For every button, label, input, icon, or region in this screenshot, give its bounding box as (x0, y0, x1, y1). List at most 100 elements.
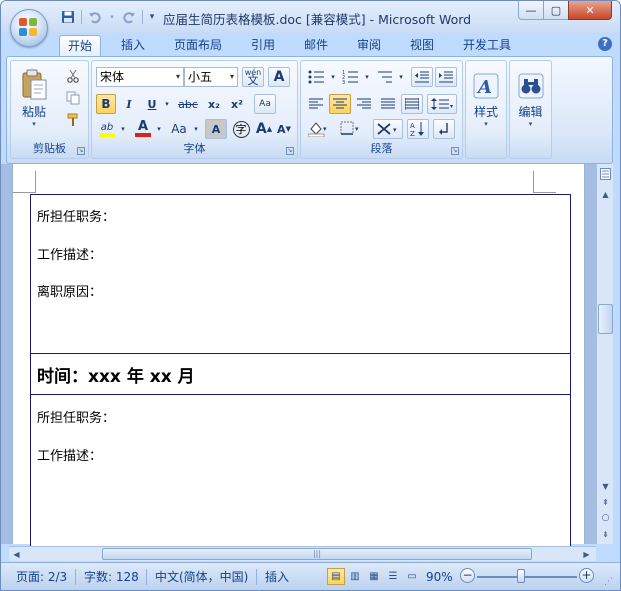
distributed-icon[interactable] (401, 94, 423, 114)
tab-insert[interactable]: 插入 (113, 35, 153, 57)
scroll-down-icon[interactable]: ▼ (598, 478, 613, 494)
undo-icon[interactable] (86, 8, 104, 26)
ruler-toggle-icon[interactable] (598, 166, 613, 182)
document-page[interactable]: 所担任职务： 工作描述： 离职原因： 时间：xxx 年 xx 月 所担任职务： … (12, 164, 585, 555)
font-name-combo[interactable]: 宋体 ▾ (96, 67, 184, 87)
full-screen-reading-icon[interactable]: ▥ (346, 568, 364, 585)
tab-page-layout[interactable]: 页面布局 (166, 35, 230, 57)
borders-icon[interactable]: ▾ (337, 119, 363, 139)
horizontal-scrollbar[interactable]: ◀ ||| ▶ (9, 546, 596, 561)
shrink-font-button[interactable]: A ▼ (274, 119, 294, 139)
bullets-icon[interactable] (305, 67, 329, 87)
subscript-button[interactable]: x₂ (204, 94, 224, 114)
previous-page-icon[interactable]: ⇞ (598, 494, 613, 510)
asian-layout-icon[interactable]: ▾ (373, 119, 403, 139)
highlight-dropdown-icon[interactable]: ▾ (118, 119, 128, 139)
change-case-button[interactable]: Aa (167, 119, 191, 139)
font-dialog-launcher-icon[interactable]: ↘ (286, 147, 294, 155)
font-color-dropdown-icon[interactable]: ▾ (154, 119, 164, 139)
undo-dropdown-icon[interactable]: ▾ (108, 8, 116, 26)
shading-icon[interactable]: ▾ (305, 119, 331, 139)
grow-font-button[interactable]: A ▲ (254, 119, 274, 139)
scroll-left-icon[interactable]: ◀ (9, 547, 24, 561)
zoom-slider-thumb[interactable] (517, 569, 525, 583)
next-page-icon[interactable]: ⇟ (598, 526, 613, 542)
tab-developer[interactable]: 开发工具 (455, 35, 519, 57)
tab-review[interactable]: 审阅 (349, 35, 389, 57)
clear-formatting-button[interactable]: Aa (254, 94, 276, 114)
zoom-slider[interactable] (477, 576, 577, 578)
show-marks-icon[interactable] (433, 119, 455, 139)
editing-button[interactable]: 编辑 ▾ (513, 65, 548, 135)
word-count[interactable]: 字数: 128 (84, 568, 139, 586)
increase-indent-icon[interactable] (435, 67, 457, 87)
align-left-icon[interactable] (305, 94, 327, 114)
tab-references[interactable]: 引用 (243, 35, 283, 57)
change-case-dropdown-icon[interactable]: ▾ (191, 119, 201, 139)
tab-home[interactable]: 开始 (59, 35, 102, 58)
office-button[interactable] (10, 9, 48, 47)
highlight-button[interactable]: ab (96, 119, 118, 139)
underline-dropdown-icon[interactable]: ▾ (162, 94, 172, 114)
insert-mode-indicator[interactable]: 插入 (265, 568, 289, 586)
clipboard-dialog-launcher-icon[interactable]: ↘ (77, 147, 85, 155)
vertical-scrollbar[interactable]: ▲ ▼ ⇞ ○ ⇟ (596, 164, 613, 544)
tab-mailings[interactable]: 邮件 (296, 35, 336, 57)
align-center-icon[interactable] (329, 94, 351, 114)
time-heading-row[interactable]: 时间：xxx 年 xx 月 (30, 353, 571, 395)
font-color-button[interactable]: A (132, 119, 154, 139)
paste-button[interactable]: 粘贴 ▾ (15, 65, 53, 131)
styles-button[interactable]: A 样式 ▾ (469, 65, 503, 135)
horizontal-scroll-thumb[interactable]: ||| (102, 548, 532, 560)
character-border-button[interactable]: A (268, 67, 290, 87)
copy-icon[interactable] (63, 89, 83, 107)
bold-button[interactable]: B (96, 94, 116, 114)
phonetic-guide-button[interactable]: wén 文 (242, 67, 264, 87)
font-size-combo[interactable]: 小五 ▾ (184, 67, 238, 87)
multilevel-list-icon[interactable] (373, 67, 397, 87)
strikethrough-button[interactable]: abc (175, 94, 201, 114)
experience-block-2[interactable]: 所担任职务： 工作描述： (30, 395, 571, 555)
vertical-scroll-thumb[interactable] (598, 304, 613, 334)
italic-button[interactable]: I (119, 94, 139, 114)
redo-icon[interactable] (120, 8, 138, 26)
scroll-right-icon[interactable]: ▶ (579, 547, 594, 561)
enclose-characters-button[interactable]: 字 (230, 119, 252, 139)
zoom-out-icon[interactable]: − (460, 568, 475, 583)
multilevel-dropdown-icon[interactable]: ▾ (397, 67, 405, 87)
format-painter-icon[interactable] (63, 111, 83, 129)
paragraph-dialog-launcher-icon[interactable]: ↘ (451, 147, 459, 155)
font-size-dropdown-icon[interactable]: ▾ (230, 68, 234, 86)
close-button[interactable]: ✕ (568, 1, 612, 20)
sort-icon[interactable]: AZ (407, 119, 429, 139)
tab-view[interactable]: 视图 (402, 35, 442, 57)
zoom-level[interactable]: 90% (426, 568, 453, 586)
superscript-button[interactable]: x² (227, 94, 247, 114)
font-name-dropdown-icon[interactable]: ▾ (176, 68, 180, 86)
language-indicator[interactable]: 中文(简体，中国) (155, 568, 248, 586)
customize-qat-icon[interactable]: ▾ (147, 8, 157, 26)
minimize-button[interactable]: — (518, 1, 544, 20)
align-right-icon[interactable] (353, 94, 375, 114)
resize-grip-icon[interactable]: ⋰ (604, 577, 613, 587)
numbering-icon[interactable]: 123 (339, 67, 363, 87)
experience-block-1[interactable]: 所担任职务： 工作描述： 离职原因： (30, 194, 571, 353)
save-icon[interactable] (59, 8, 77, 26)
zoom-in-icon[interactable]: + (579, 568, 594, 583)
help-icon[interactable]: ? (598, 37, 612, 51)
scroll-up-icon[interactable]: ▲ (598, 186, 613, 202)
select-browse-object-icon[interactable]: ○ (598, 510, 613, 526)
page-indicator[interactable]: 页面: 2/3 (16, 568, 67, 586)
bullets-dropdown-icon[interactable]: ▾ (329, 67, 337, 87)
underline-button[interactable]: U (142, 94, 162, 114)
outline-view-icon[interactable]: ☰ (384, 568, 402, 585)
web-layout-icon[interactable]: ▦ (365, 568, 383, 585)
draft-view-icon[interactable]: ▭ (403, 568, 421, 585)
maximize-button[interactable]: ▢ (543, 1, 569, 20)
character-shading-button[interactable]: A (205, 119, 227, 139)
cut-icon[interactable] (63, 67, 83, 85)
line-spacing-icon[interactable]: ▾ (427, 94, 457, 114)
print-layout-view-icon[interactable]: ▤ (327, 568, 345, 585)
decrease-indent-icon[interactable] (411, 67, 433, 87)
numbering-dropdown-icon[interactable]: ▾ (363, 67, 371, 87)
